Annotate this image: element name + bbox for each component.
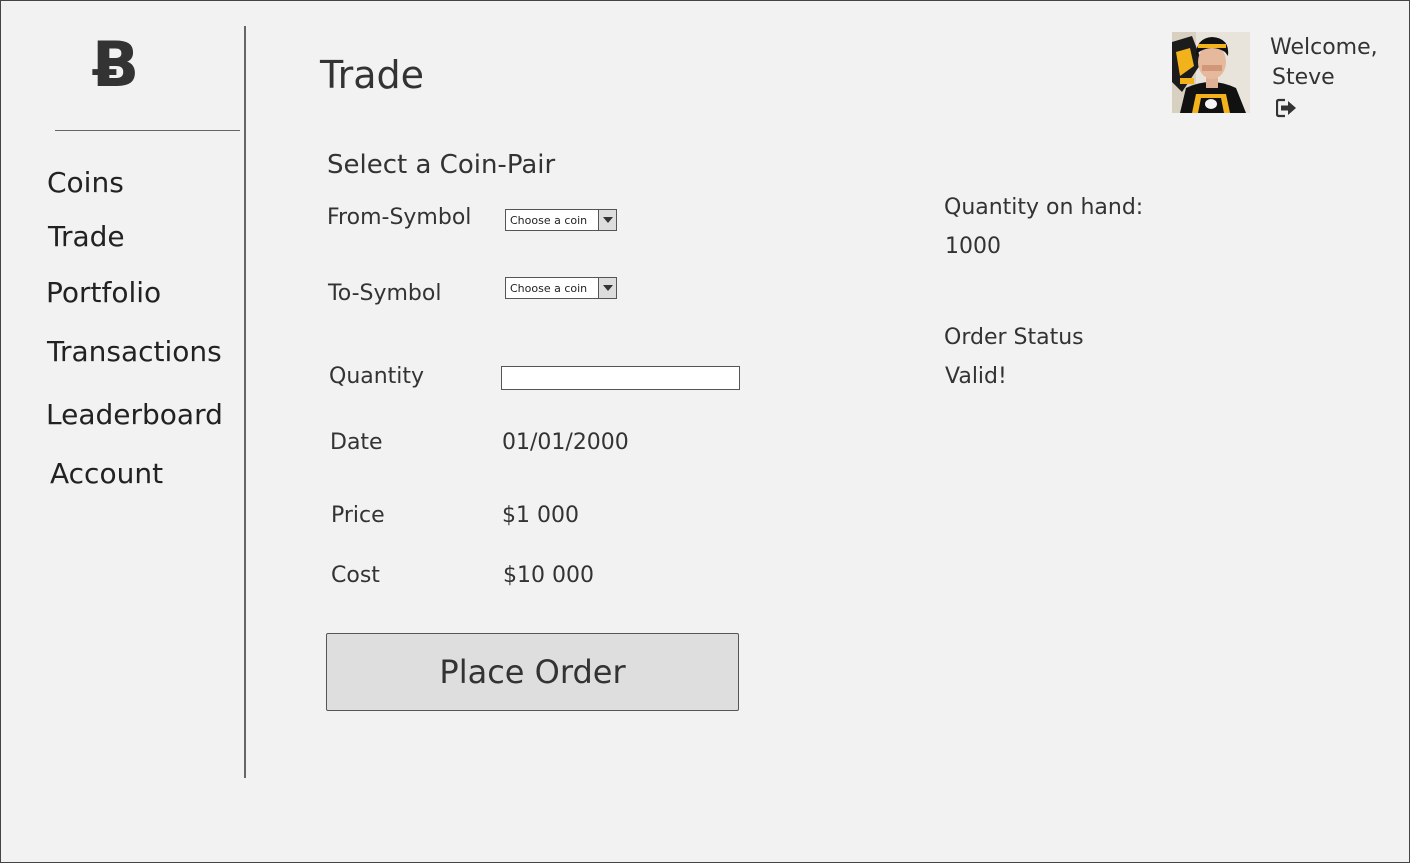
order-status-value: Valid! [945, 364, 1007, 389]
date-label: Date [330, 430, 383, 455]
bitcoin-logo-icon: Ƀ [92, 28, 140, 101]
price-label: Price [331, 503, 385, 528]
cost-value: $10 000 [503, 563, 594, 588]
section-title: Select a Coin-Pair [327, 150, 556, 180]
sidebar-item-trade[interactable]: Trade [48, 220, 125, 254]
quantity-label: Quantity [329, 364, 425, 389]
price-value: $1 000 [502, 503, 579, 528]
welcome-username: Steve [1272, 65, 1335, 90]
from-symbol-select[interactable]: Choose a coin [505, 209, 617, 231]
place-order-button[interactable]: Place Order [326, 633, 739, 711]
quantity-on-hand-label: Quantity on hand: [944, 195, 1144, 220]
to-symbol-select-value: Choose a coin [510, 281, 588, 295]
logo-divider [55, 130, 240, 131]
quantity-input[interactable] [501, 366, 740, 390]
to-symbol-label: To-Symbol [328, 281, 442, 306]
sidebar-item-account[interactable]: Account [50, 457, 163, 491]
from-symbol-label: From-Symbol [327, 205, 472, 230]
sidebar-item-transactions[interactable]: Transactions [47, 335, 222, 369]
sidebar-item-leaderboard[interactable]: Leaderboard [46, 398, 223, 432]
chevron-down-icon [598, 210, 616, 230]
cost-label: Cost [331, 563, 380, 588]
date-value: 01/01/2000 [502, 430, 629, 455]
chevron-down-icon [598, 278, 616, 298]
sidebar-item-coins[interactable]: Coins [47, 166, 124, 200]
sidebar-divider [244, 26, 246, 778]
avatar-photo [1172, 32, 1250, 113]
order-status-label: Order Status [944, 325, 1084, 350]
from-symbol-select-value: Choose a coin [510, 213, 588, 227]
sign-out-icon[interactable] [1275, 98, 1298, 118]
quantity-on-hand-value: 1000 [945, 234, 1001, 259]
sidebar-item-portfolio[interactable]: Portfolio [46, 276, 161, 310]
welcome-greeting: Welcome, [1270, 35, 1378, 60]
avatar[interactable] [1172, 32, 1250, 113]
page-title: Trade [320, 53, 425, 97]
to-symbol-select[interactable]: Choose a coin [505, 277, 617, 299]
